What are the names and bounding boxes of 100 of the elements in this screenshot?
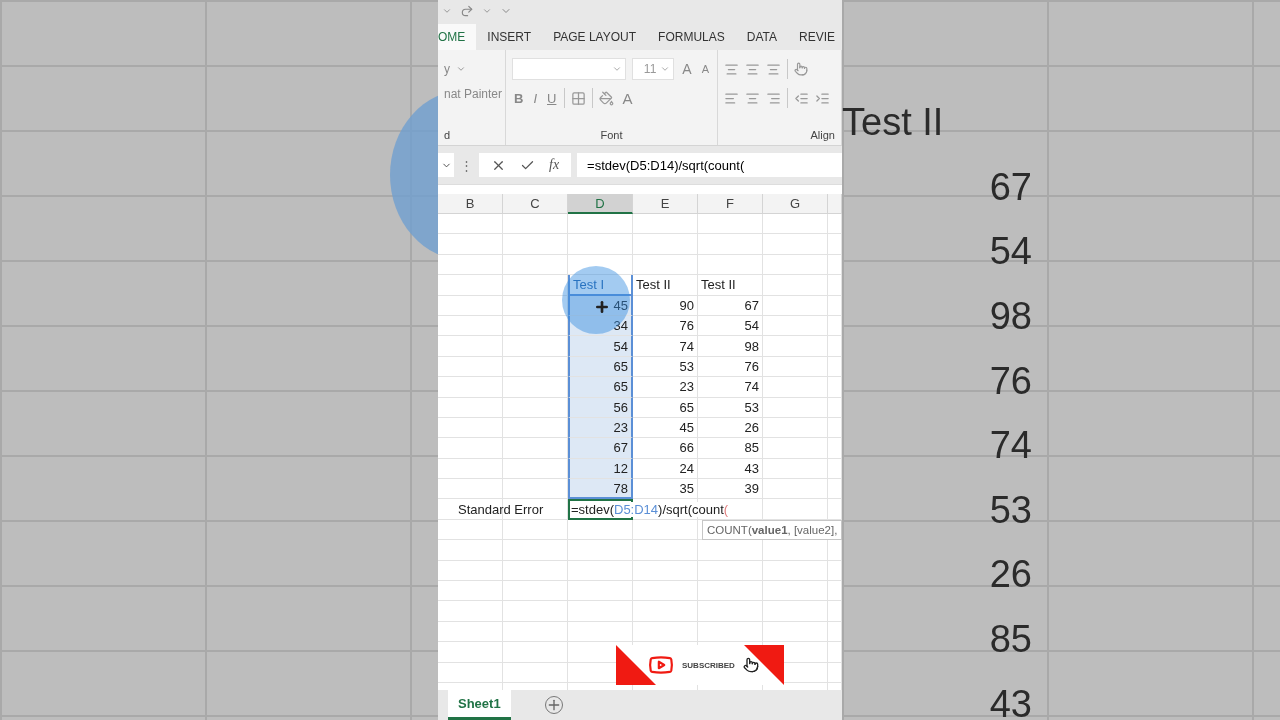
table-cell: 53: [698, 397, 763, 418]
grid-cell: [698, 621, 763, 643]
decrease-indent-icon[interactable]: [794, 90, 809, 106]
align-right-icon[interactable]: [766, 90, 781, 106]
corner-flag-drawing: [744, 645, 784, 685]
table-cell: 65: [633, 397, 698, 418]
borders-icon[interactable]: [571, 90, 587, 106]
align-middle-icon[interactable]: [745, 61, 760, 77]
grid-cell: [438, 458, 503, 480]
grid-cell: [763, 560, 828, 582]
font-size-field[interactable]: 11: [631, 58, 675, 80]
grid-cell: [698, 560, 763, 582]
table-cell: Test II: [633, 275, 698, 296]
bold-button[interactable]: B: [512, 90, 526, 106]
grid-cell: [568, 560, 633, 582]
font-color-button[interactable]: A: [620, 89, 635, 107]
table-cell: 76: [698, 356, 763, 378]
column-header[interactable]: B: [438, 194, 503, 214]
grid-cell: [438, 438, 503, 459]
table-cell: 85: [698, 438, 763, 459]
increase-indent-icon[interactable]: [815, 90, 830, 106]
dropdown-icon[interactable]: [442, 6, 452, 16]
grid-cell: [503, 214, 568, 235]
italic-button[interactable]: I: [531, 90, 539, 106]
grid-cell: [503, 642, 568, 663]
group-label: d: [444, 129, 452, 141]
grid-cell: [503, 254, 568, 276]
grid-cell: [568, 581, 633, 602]
sheet-tab[interactable]: Sheet1: [448, 690, 511, 720]
corner-flag-drawing: [616, 645, 656, 685]
align-left-icon[interactable]: [724, 90, 739, 106]
plus-cursor-icon: [594, 299, 610, 315]
group-label: Align: [809, 129, 835, 141]
grid-cell: [763, 295, 828, 316]
align-top-icon[interactable]: [724, 61, 739, 77]
grid-cell: [503, 581, 568, 602]
table-cell: 54: [698, 315, 763, 337]
grid-cell: [438, 295, 503, 316]
insert-function-button[interactable]: fx: [549, 157, 560, 173]
grid-cell: [763, 438, 828, 459]
grid-cell: [438, 621, 503, 643]
group-label: Font: [599, 129, 624, 141]
ribbon-tab[interactable]: OME: [438, 24, 477, 50]
grid-cell: [633, 234, 698, 255]
grid-cell: [763, 336, 828, 357]
grid-cell: [568, 254, 633, 276]
underline-button[interactable]: U: [545, 90, 559, 106]
grid-cell: [438, 417, 503, 439]
grid-cell: [763, 417, 828, 439]
grid-cell: [438, 234, 503, 255]
dropdown-icon[interactable]: [660, 64, 671, 74]
grid-cell: [438, 662, 503, 683]
grid-cell: [633, 254, 698, 276]
table-cell: 26: [698, 417, 763, 439]
grid-cell: [763, 214, 828, 235]
column-header[interactable]: G: [763, 194, 828, 214]
table-cell: 65: [568, 377, 633, 398]
dropdown-icon[interactable]: [482, 6, 492, 16]
table-cell: Test II: [698, 275, 763, 296]
name-box[interactable]: [438, 153, 454, 177]
grid-cell: [438, 315, 503, 337]
grid-cell: [438, 377, 503, 398]
table-cell: 45: [633, 417, 698, 439]
redo-icon[interactable]: [460, 4, 474, 18]
grid-cell: [698, 581, 763, 602]
grid-cell: [438, 254, 503, 276]
grid-cell: [763, 397, 828, 418]
grid-cell: [503, 621, 568, 643]
table-cell: 35: [633, 479, 698, 500]
table-cell: 34: [568, 315, 633, 337]
column-header[interactable]: D: [568, 194, 633, 214]
grid-cell: [503, 519, 568, 541]
grid-cell: [438, 336, 503, 357]
grid-cell: [763, 601, 828, 622]
grid-cell: [438, 275, 503, 296]
dropdown-icon[interactable]: [456, 64, 466, 74]
column-header[interactable]: F: [698, 194, 763, 214]
column-header[interactable]: E: [633, 194, 698, 214]
grid-cell: [438, 601, 503, 622]
dropdown-icon[interactable]: [611, 64, 622, 74]
zoomed-number-text: 54: [988, 229, 1032, 275]
grow-font-button[interactable]: A: [680, 61, 694, 77]
align-center-icon[interactable]: [745, 90, 760, 106]
column-header[interactable]: [828, 194, 842, 214]
zoomed-number-text: 76: [988, 358, 1032, 404]
column-header[interactable]: C: [503, 194, 568, 214]
ribbon-label[interactable]: y: [444, 62, 450, 76]
more-icon[interactable]: ⋮: [460, 157, 473, 173]
align-bottom-icon[interactable]: [766, 61, 781, 77]
table-cell: 66: [633, 438, 698, 459]
grid-cell: [698, 234, 763, 255]
font-name-field[interactable]: [512, 58, 626, 80]
grid-cell: [633, 560, 698, 582]
formula-field[interactable]: =stdev(D5:D14)/sqrt(count(: [577, 153, 842, 177]
grid-cell: [503, 560, 568, 582]
shrink-font-button[interactable]: A: [699, 63, 711, 75]
grid-cell: [438, 540, 503, 561]
fill-color-icon[interactable]: [599, 90, 615, 106]
grid-cell: [763, 581, 828, 602]
table-cell: 23: [633, 377, 698, 398]
